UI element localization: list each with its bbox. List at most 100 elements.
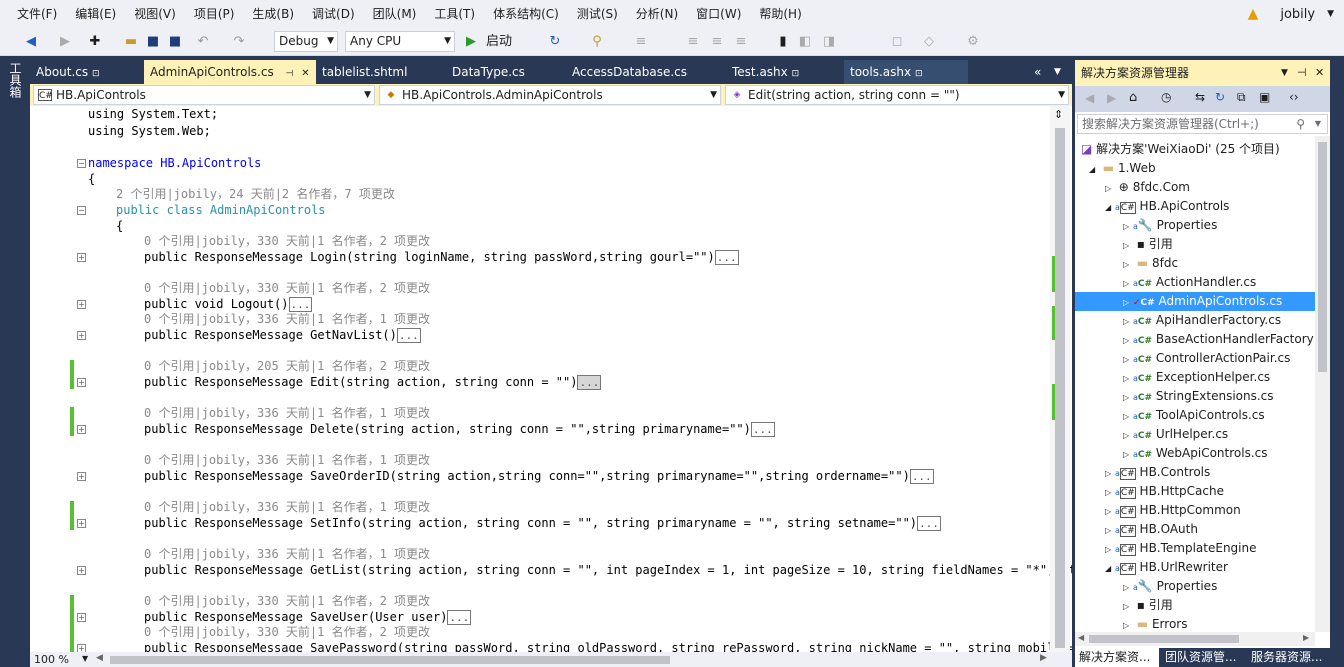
menu-test[interactable]: 测试(S) — [568, 0, 627, 28]
scroll-right-icon[interactable]: ▶ — [1303, 633, 1309, 642]
codelens[interactable]: 0 个引用|jobily，330 天前|1 名作者，2 项更改 — [144, 593, 430, 609]
codelens[interactable]: 0 个引用|jobily，336 天前|1 名作者，1 项更改 — [144, 452, 430, 468]
collapse-all-icon[interactable]: ⧉ — [1237, 90, 1246, 105]
tree-references[interactable]: ▷ ▪ 引用 — [1123, 596, 1173, 615]
tree-file[interactable]: ▷ aC# StringExtensions.cs — [1123, 387, 1274, 406]
tab-tools-ashx[interactable]: tools.ashx ⊡ — [844, 60, 968, 84]
collapsed-block[interactable]: ... — [577, 375, 602, 390]
collapsed-block[interactable]: ... — [396, 328, 421, 343]
find-icon[interactable]: ⚲ — [588, 33, 606, 51]
menu-debug[interactable]: 调试(D) — [303, 0, 364, 28]
codelens[interactable]: 2 个引用|jobily，24 天前|2 名作者，7 项更改 — [116, 186, 395, 202]
show-all-icon[interactable]: ▣ — [1259, 90, 1270, 104]
expand-icon[interactable]: + — [77, 331, 86, 340]
start-button[interactable]: 启动 — [482, 32, 516, 52]
undo-icon[interactable]: ↶ — [194, 33, 212, 51]
scroll-thumb[interactable] — [110, 656, 670, 664]
menu-build[interactable]: 生成(B) — [243, 0, 303, 28]
tree-file[interactable]: ▷ aC# ExceptionHelper.cs — [1123, 368, 1270, 387]
vertical-scrollbar[interactable]: ⇕ — [1050, 106, 1070, 652]
menu-tools[interactable]: 工具(T) — [425, 0, 484, 28]
user-name[interactable]: jobily — [1280, 7, 1315, 22]
class-dropdown[interactable]: ◆ HB.ApiControls.AdminApiControls ▼ — [379, 85, 721, 105]
save-icon[interactable]: ■ — [144, 33, 162, 51]
codelens[interactable]: 0 个引用|jobily，336 天前|1 名作者，1 项更改 — [144, 546, 430, 562]
pin-icon[interactable]: ⊣ — [286, 69, 294, 79]
menu-help[interactable]: 帮助(H) — [750, 0, 810, 28]
codelens[interactable]: 0 个引用|jobily，330 天前|1 名作者，2 项更改 — [144, 233, 430, 249]
collapsed-block[interactable]: ... — [909, 469, 934, 484]
warning-icon[interactable]: ▲ — [1248, 6, 1259, 22]
code-view-icon[interactable]: ‹› — [1289, 90, 1299, 104]
tree-file[interactable]: ▷ aC# ActionHandler.cs — [1123, 273, 1256, 292]
back-icon[interactable]: ◀ — [1085, 91, 1094, 105]
codelens[interactable]: 0 个引用|jobily，330 天前|1 名作者，2 项更改 — [144, 624, 430, 640]
open-icon[interactable]: ▬ — [122, 33, 140, 51]
format-icon[interactable]: ≡ — [632, 33, 650, 51]
tree-file[interactable]: ▷ aC# BaseActionHandlerFactory — [1123, 330, 1314, 349]
home-icon[interactable]: ⌂ — [1129, 90, 1137, 105]
user-dropdown-icon[interactable]: ▼ — [1327, 9, 1334, 19]
menu-project[interactable]: 项目(P) — [185, 0, 244, 28]
tree-folder-8fdc[interactable]: ▷ ▬ 8fdc — [1123, 254, 1178, 273]
dropdown-icon[interactable]: ▼ — [1281, 60, 1288, 86]
play-icon[interactable]: ▶ — [462, 33, 480, 51]
tab-overflow-icon[interactable]: « — [1034, 60, 1050, 84]
bookmark-next-icon[interactable]: ◨ — [820, 33, 838, 51]
menu-architecture[interactable]: 体系结构(C) — [484, 0, 568, 28]
tab-adminapicontrols[interactable]: AdminApiControls.cs ⊣ ✕ — [144, 60, 316, 84]
collapsed-block[interactable]: ... — [917, 516, 941, 531]
solution-search-input[interactable]: 搜索解决方案资源管理器(Ctrl+;) ⚲ ▼ — [1077, 114, 1328, 134]
redo-icon[interactable]: ↷ — [230, 33, 248, 51]
platform-dropdown[interactable]: Any CPU ▼ — [345, 31, 455, 52]
codelens[interactable]: 0 个引用|jobily，330 天前|1 名作者，2 项更改 — [144, 280, 430, 296]
tree-solution[interactable]: ◪ 解决方案'WeiXiaoDi' (25 个项目) — [1081, 140, 1280, 159]
tab-test-ashx[interactable]: Test.ashx ⊡ — [726, 60, 836, 84]
chevron-down-icon[interactable]: ▼ — [1315, 115, 1321, 133]
expand-icon[interactable]: + — [77, 472, 86, 481]
scroll-left-icon[interactable]: ◀ — [96, 653, 103, 663]
bookmark-icon[interactable]: ▮ — [774, 33, 792, 51]
scroll-thumb[interactable] — [1055, 128, 1065, 648]
tree-file[interactable]: ▷ aC# ApiHandlerFactory.cs — [1123, 311, 1281, 330]
tree-project[interactable]: ▷ aC# HB.TemplateEngine — [1105, 539, 1257, 558]
menu-view[interactable]: 视图(V) — [125, 0, 185, 28]
collapsed-block[interactable]: ... — [447, 610, 472, 625]
tab-list-icon[interactable]: ▼ — [1054, 60, 1070, 84]
tree-file[interactable]: ▷ aC# ToolApiControls.cs — [1123, 406, 1265, 425]
tree-properties[interactable]: ▷ a🔧 Properties — [1123, 577, 1217, 596]
menu-window[interactable]: 窗口(W) — [687, 0, 750, 28]
tab-accessdatabase[interactable]: AccessDatabase.cs — [566, 60, 716, 84]
expand-icon[interactable]: + — [77, 300, 86, 309]
pin-icon[interactable]: ⊡ — [92, 69, 100, 79]
pin-icon[interactable]: ⊣ — [1297, 60, 1307, 86]
expand-icon[interactable]: + — [77, 644, 86, 652]
new-project-icon[interactable]: ✚ — [86, 33, 104, 51]
expand-icon[interactable]: + — [77, 425, 86, 434]
tree-folder-1web[interactable]: ◢ ▬ 1.Web — [1089, 159, 1156, 178]
collapse-icon[interactable]: − — [77, 159, 86, 168]
back-icon[interactable]: ◀ — [22, 33, 40, 51]
horizontal-scrollbar[interactable]: 100 % ▼ ◀ ▶ — [30, 652, 1072, 667]
split-icon[interactable]: ⇕ — [1054, 108, 1063, 121]
expand-icon[interactable]: + — [77, 613, 86, 622]
tab-tablelist[interactable]: tablelist.shtml — [316, 60, 438, 84]
refresh-icon[interactable]: ↻ — [546, 33, 564, 51]
solution-horizontal-scrollbar[interactable]: ◀ ▶ — [1075, 632, 1315, 646]
tree-project[interactable]: ▷ aC# HB.HttpCache — [1105, 482, 1224, 501]
member-dropdown[interactable]: ◈ Edit(string action, string conn = "") ▼ — [725, 85, 1069, 105]
tab-solution-explorer[interactable]: 解决方案资... — [1075, 648, 1159, 667]
tab-server-explorer[interactable]: 服务器资源... — [1247, 648, 1331, 667]
comment-icon[interactable]: ≡ — [732, 33, 750, 51]
pin-icon[interactable]: ⊡ — [792, 69, 800, 79]
pin-icon[interactable]: ⊡ — [915, 69, 923, 79]
collapsed-block[interactable]: ... — [714, 250, 739, 265]
menu-team[interactable]: 团队(M) — [364, 0, 426, 28]
tree-file[interactable]: ▷ aC# UrlHelper.cs — [1123, 425, 1228, 444]
save-all-icon[interactable]: ■ — [166, 33, 184, 51]
expand-icon[interactable]: + — [77, 566, 86, 575]
tab-datatype[interactable]: DataType.cs — [446, 60, 556, 84]
outdent-icon[interactable]: ≡ — [684, 33, 702, 51]
attach-icon[interactable]: ⚙ — [964, 33, 982, 51]
tree-project-hbapicontrols[interactable]: ◢ aC# HB.ApiControls — [1105, 197, 1229, 216]
